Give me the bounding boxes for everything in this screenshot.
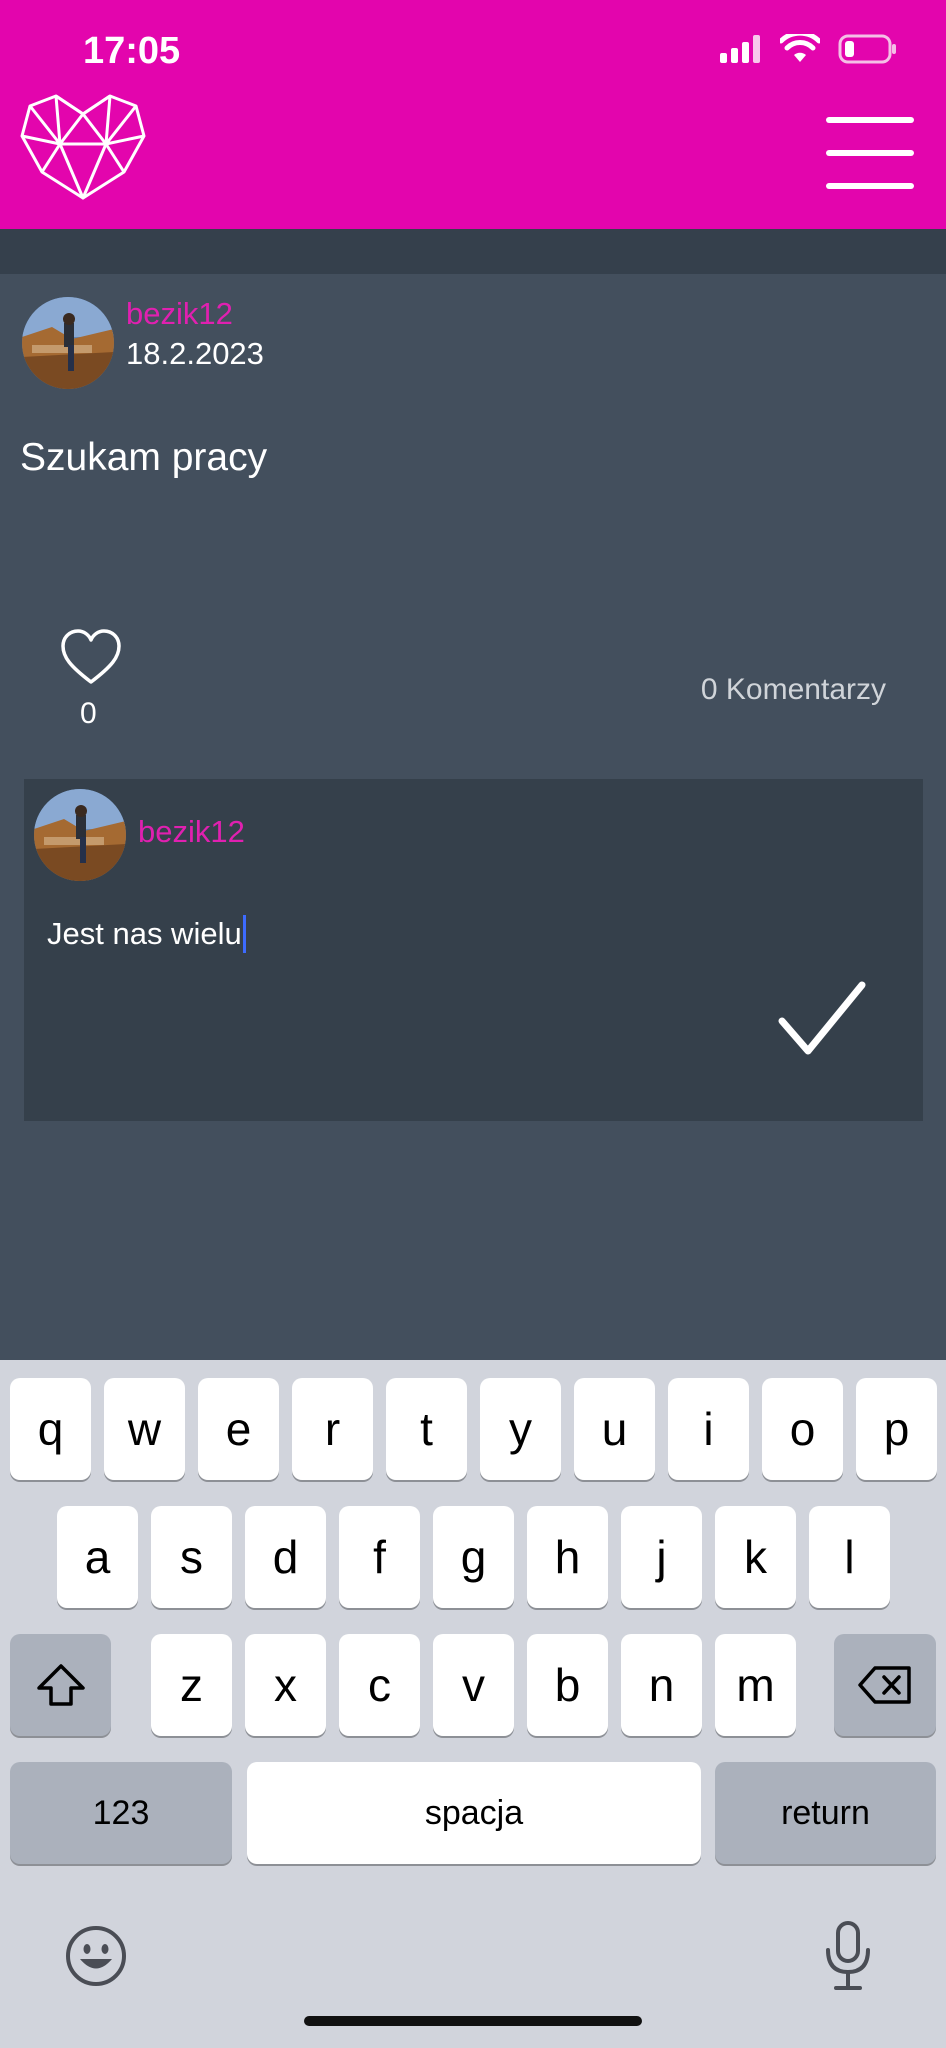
text-caret — [242, 915, 246, 953]
menu-button[interactable] — [822, 113, 918, 193]
status-time: 17:05 — [83, 30, 181, 72]
key[interactable]: r — [292, 1378, 373, 1480]
space-key[interactable]: spacja — [247, 1762, 701, 1864]
post-text: Szukam pracy — [20, 436, 268, 479]
key[interactable]: f — [339, 1506, 420, 1608]
menu-icon-line — [826, 150, 914, 156]
key[interactable]: o — [762, 1378, 843, 1480]
post-date: 18.2.2023 — [126, 336, 264, 371]
key[interactable]: w — [104, 1378, 185, 1480]
numbers-key[interactable]: 123 — [10, 1762, 232, 1864]
shift-icon — [36, 1664, 85, 1706]
like-count: 0 — [80, 697, 97, 730]
key[interactable]: k — [715, 1506, 796, 1608]
backspace-key[interactable] — [834, 1634, 936, 1736]
signal-icon — [720, 35, 760, 63]
avatar — [34, 789, 126, 881]
heart-icon[interactable] — [60, 628, 122, 686]
checkmark-icon[interactable] — [776, 979, 868, 1059]
key[interactable]: z — [151, 1634, 232, 1736]
microphone-icon[interactable] — [822, 1920, 874, 1992]
key[interactable]: s — [151, 1506, 232, 1608]
menu-icon — [826, 117, 914, 123]
home-indicator[interactable] — [304, 2016, 642, 2026]
backspace-icon — [858, 1666, 911, 1704]
avatar[interactable] — [22, 297, 114, 389]
key[interactable]: l — [809, 1506, 890, 1608]
comment-input-value: Jest nas wielu — [47, 916, 242, 951]
key[interactable]: b — [527, 1634, 608, 1736]
key[interactable]: g — [433, 1506, 514, 1608]
screen: 17:05 bezik12 18.2.2023 Szukam pracy 0 0… — [0, 0, 946, 2048]
key[interactable]: d — [245, 1506, 326, 1608]
post-username[interactable]: bezik12 — [126, 296, 233, 332]
key[interactable]: j — [621, 1506, 702, 1608]
battery-icon — [838, 34, 896, 64]
key[interactable]: x — [245, 1634, 326, 1736]
key[interactable]: c — [339, 1634, 420, 1736]
wifi-icon — [780, 34, 820, 62]
key[interactable]: p — [856, 1378, 937, 1480]
menu-icon-line — [826, 183, 914, 189]
key[interactable]: q — [10, 1378, 91, 1480]
status-icons — [720, 34, 898, 64]
key[interactable]: u — [574, 1378, 655, 1480]
return-key[interactable]: return — [715, 1762, 936, 1864]
comment-username: bezik12 — [138, 814, 245, 849]
key[interactable]: t — [386, 1378, 467, 1480]
app-header: 17:05 — [0, 0, 946, 229]
keyboard: q w e r t y u i o p a s d f g h j k l z … — [0, 1360, 946, 2048]
comment-form: bezik12 Jest nas wielu — [24, 779, 923, 1121]
key[interactable]: h — [527, 1506, 608, 1608]
shift-key[interactable] — [10, 1634, 111, 1736]
comments-link[interactable]: 0 Komentarzy — [701, 673, 886, 707]
divider-band — [0, 229, 946, 274]
key[interactable]: i — [668, 1378, 749, 1480]
key[interactable]: m — [715, 1634, 796, 1736]
key[interactable]: v — [433, 1634, 514, 1736]
key[interactable]: n — [621, 1634, 702, 1736]
comment-input[interactable]: Jest nas wielu — [47, 915, 246, 953]
emoji-icon[interactable] — [64, 1924, 128, 1988]
key[interactable]: y — [480, 1378, 561, 1480]
key[interactable]: e — [198, 1378, 279, 1480]
logo-heart-icon[interactable] — [20, 92, 146, 202]
key[interactable]: a — [57, 1506, 138, 1608]
